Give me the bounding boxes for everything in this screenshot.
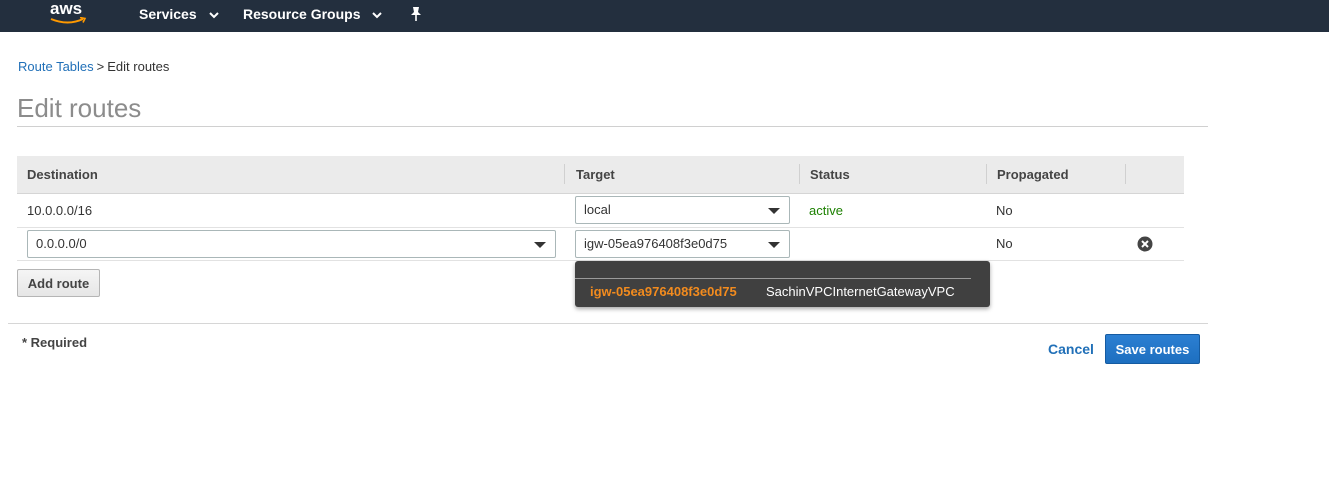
destination-value: 10.0.0.0/16 (27, 203, 93, 218)
target-select[interactable]: igw-05ea976408f3e0d75 (575, 230, 790, 258)
caret-down-icon (768, 208, 780, 214)
resource-groups-menu[interactable]: Resource Groups (243, 6, 383, 22)
page-title: Edit routes (17, 93, 142, 123)
column-divider (564, 164, 565, 184)
table-row: 0.0.0.0/0 igw-05ea976408f3e0d75 No (17, 228, 1184, 261)
target-select[interactable]: local (575, 196, 790, 224)
target-select-value: local (584, 202, 611, 217)
services-menu[interactable]: Services (139, 6, 219, 22)
resource-groups-label: Resource Groups (243, 6, 361, 22)
aws-smile-icon (50, 17, 87, 24)
target-dropdown-menu: igw-05ea976408f3e0d75 SachinVPCInternetG… (575, 261, 990, 307)
pin-icon[interactable] (409, 6, 423, 22)
dropdown-option-name: SachinVPCInternetGatewayVPC (766, 284, 955, 299)
caret-down-icon (534, 242, 546, 248)
chevron-down-icon (208, 12, 219, 19)
target-select-value: igw-05ea976408f3e0d75 (584, 236, 728, 251)
required-note: * Required (22, 335, 88, 350)
services-label: Services (139, 6, 197, 22)
add-route-button[interactable]: Add route (17, 269, 100, 297)
column-header-destination: Destination (27, 167, 98, 182)
cancel-button[interactable]: Cancel (1048, 341, 1094, 357)
column-header-status: Status (810, 167, 850, 182)
column-header-target: Target (576, 167, 615, 182)
dropdown-option-id: igw-05ea976408f3e0d75 (590, 284, 737, 299)
title-divider (17, 126, 1208, 127)
column-divider (986, 164, 987, 184)
destination-select-value: 0.0.0.0/0 (36, 236, 87, 251)
aws-logo[interactable]: aws (50, 0, 90, 29)
propagated-value: No (996, 203, 1013, 218)
breadcrumb-separator: > (96, 59, 105, 74)
breadcrumb: Route Tables > Edit routes (18, 59, 169, 74)
destination-select[interactable]: 0.0.0.0/0 (27, 230, 556, 258)
save-routes-button[interactable]: Save routes (1105, 334, 1200, 364)
propagated-value: No (996, 236, 1013, 251)
remove-route-icon[interactable] (1137, 236, 1153, 252)
breadcrumb-current: Edit routes (107, 59, 170, 74)
top-nav-bar: aws Services Resource Groups (0, 0, 1329, 32)
column-divider (799, 164, 800, 184)
table-header: Destination Target Status Propagated (17, 156, 1184, 194)
caret-down-icon (768, 242, 780, 248)
status-badge: active (809, 203, 843, 218)
footer-divider (8, 323, 1208, 324)
table-row: 10.0.0.0/16 local active No (17, 194, 1184, 228)
column-header-propagated: Propagated (997, 167, 1069, 182)
breadcrumb-route-tables-link[interactable]: Route Tables (18, 59, 94, 74)
dropdown-divider (575, 278, 971, 279)
column-divider (1125, 164, 1126, 184)
chevron-down-icon (372, 12, 383, 19)
